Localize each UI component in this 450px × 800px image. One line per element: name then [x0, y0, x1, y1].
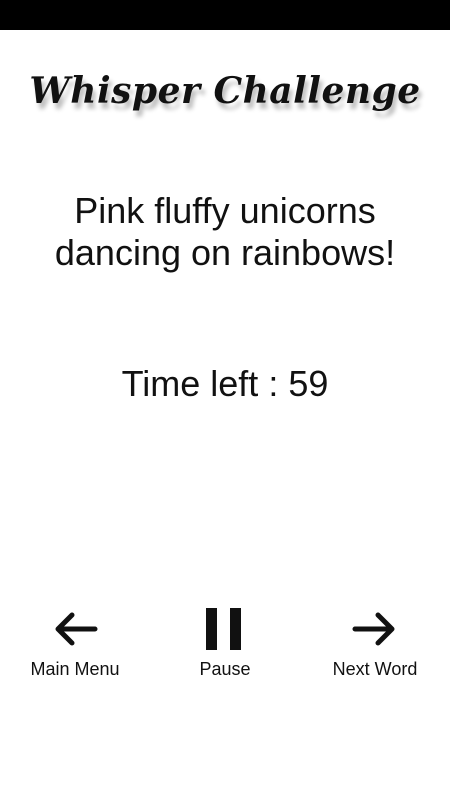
phrase-text: Pink fluffy unicorns dancing on rainbows…	[20, 190, 430, 274]
next-word-button[interactable]: Next Word	[300, 605, 450, 685]
phrase-line-2: dancing on rainbows!	[54, 232, 396, 273]
pause-icon	[206, 608, 241, 650]
arrow-left-icon	[55, 612, 98, 646]
next-word-label: Next Word	[332, 659, 418, 679]
app-title: Whisper Challenge	[29, 70, 421, 112]
pause-button[interactable]: Pause	[150, 605, 300, 685]
pause-label: Pause	[199, 659, 251, 679]
control-bar: Main Menu Pause Next Word	[0, 605, 450, 685]
phrase-line-1: Pink fluffy unicorns	[74, 190, 376, 231]
status-bar	[0, 0, 450, 30]
timer-text: Time left : 59	[121, 363, 329, 404]
arrow-right-icon	[352, 612, 395, 646]
main-menu-label: Main Menu	[30, 659, 120, 679]
main-menu-button[interactable]: Main Menu	[0, 605, 150, 685]
